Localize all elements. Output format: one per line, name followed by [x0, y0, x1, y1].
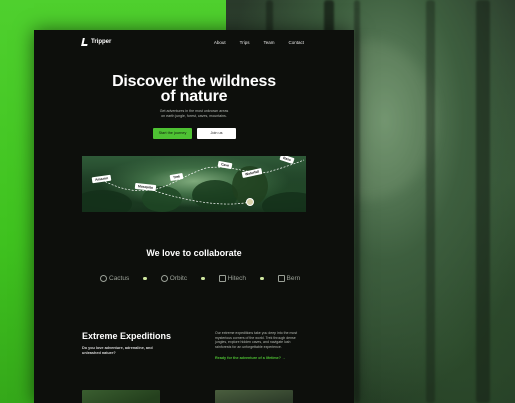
bern-logo-icon: [277, 275, 285, 282]
collaborate-heading: We love to collaborate: [146, 248, 242, 258]
route-path: [101, 159, 305, 205]
partner-cactus: Cactus: [100, 275, 129, 282]
jungle-route-map-image: Amazon Mosquito Trek Cave Waterfall Base: [82, 156, 306, 212]
tree-trunk: [476, 0, 490, 403]
partner-name: Orbitc: [169, 275, 188, 282]
logo-mark-icon: [81, 38, 89, 46]
expedition-thumbnail[interactable]: [215, 390, 293, 403]
partner-name: Bern: [286, 275, 301, 282]
start-journey-button[interactable]: Start the journey: [153, 128, 192, 139]
tree-trunk: [426, 0, 435, 403]
partner-name: Cactus: [109, 275, 130, 282]
partner-hitech: Hitech: [218, 275, 247, 282]
hitech-logo-icon: [218, 275, 226, 282]
cactus-logo-icon: [100, 275, 107, 282]
top-navigation: Tripper About Trips Team Contact: [34, 30, 354, 56]
expeditions-subheading: Do you love adventure, adrenaline, and u…: [82, 346, 153, 355]
partner-bern: Bern: [277, 275, 301, 282]
orbitc-logo-icon: [160, 275, 168, 282]
join-us-button[interactable]: Join us: [197, 128, 236, 139]
nav-links: About Trips Team Contact: [214, 40, 304, 45]
separator-dot: [201, 276, 205, 281]
hero-title-line: Discover the wildness: [112, 73, 276, 90]
hero-subtitle-line: on earth jungle, forest, caves, mountain…: [161, 114, 227, 118]
nav-link-contact[interactable]: Contact: [288, 40, 304, 45]
partner-name: Hitech: [227, 275, 247, 282]
hero-title-line: of nature: [160, 88, 228, 105]
partner-orbitc: Orbitc: [160, 275, 188, 282]
nav-link-about[interactable]: About: [214, 40, 226, 45]
location-pin-icon[interactable]: [246, 198, 254, 206]
site-logo[interactable]: Tripper: [81, 38, 112, 46]
partner-logos: Cactus Orbitc Hitech Bern: [100, 275, 300, 282]
logo-text: Tripper: [91, 39, 112, 45]
separator-dot: [143, 276, 147, 281]
hero-title: Discover the wildness of nature: [34, 73, 354, 105]
expeditions-description: Our extreme expeditions take you deep in…: [215, 331, 298, 349]
nav-link-trips[interactable]: Trips: [240, 40, 250, 45]
adventure-link[interactable]: Ready for the adventure of a lifetime? →: [215, 356, 286, 360]
hero-subtitle: Get adventures in the most unknown areas…: [149, 109, 239, 119]
nav-link-team[interactable]: Team: [263, 40, 274, 45]
expedition-thumbnail[interactable]: [82, 390, 160, 403]
expeditions-heading: Extreme Expeditions: [82, 331, 172, 341]
website-mockup: Tripper About Trips Team Contact Discove…: [34, 30, 354, 403]
separator-dot: [260, 276, 264, 281]
tree-trunk: [354, 0, 360, 403]
